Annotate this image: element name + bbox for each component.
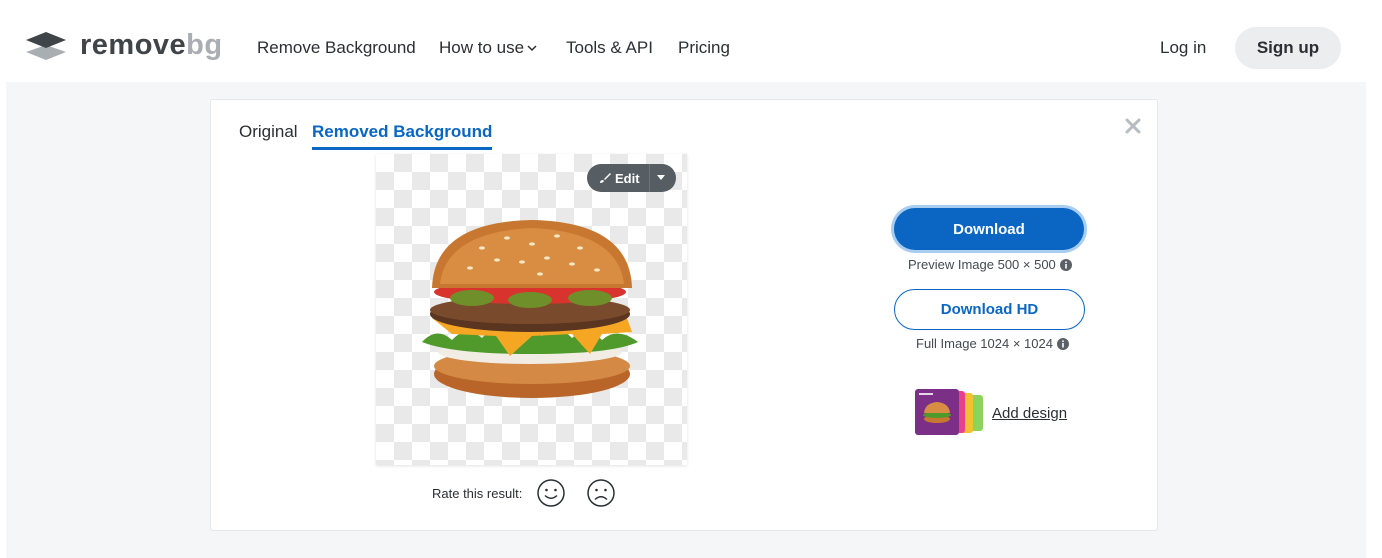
rating-label: Rate this result: [432,485,523,501]
rating-row: Rate this result: [432,478,636,508]
login-link[interactable]: Log in [1160,38,1206,58]
add-design-link[interactable]: Add design [992,405,1067,422]
download-hd-button[interactable]: Download HD [894,289,1085,330]
result-image-preview[interactable]: Edit [376,154,687,465]
top-navigation-bar: removebg Remove Background How to use To… [0,0,1382,82]
result-card: Original Removed Background Edit Rate th… [210,99,1158,531]
signup-button[interactable]: Sign up [1235,27,1341,69]
full-image-info-text: Full Image 1024 × 1024 [916,336,1053,351]
brush-icon [600,173,611,183]
close-icon[interactable] [1123,116,1143,136]
full-image-info: Full Image 1024 × 1024 [916,336,1069,351]
brand-word-bg: bg [186,28,223,61]
brand-word-remove: remove [80,28,187,61]
edit-button[interactable]: Edit [587,164,676,192]
download-button[interactable]: Download [894,208,1084,250]
nav-tools-api[interactable]: Tools & API [566,38,653,58]
smile-icon[interactable] [536,478,566,508]
nav-remove-background[interactable]: Remove Background [257,38,416,58]
nav-how-to-use[interactable]: How to use [439,38,537,58]
nav-pricing[interactable]: Pricing [678,38,730,58]
result-image [422,220,638,398]
design-thumbnail[interactable] [915,389,985,435]
caret-down-icon[interactable] [657,175,665,180]
logo-icon [26,32,66,60]
edit-divider [649,164,650,192]
info-icon[interactable] [1059,258,1072,271]
preview-image-info-text: Preview Image 500 × 500 [908,257,1056,272]
tab-removed-background[interactable]: Removed Background [312,122,493,150]
tab-original[interactable]: Original [239,122,298,142]
brand-name: removebg [80,28,223,61]
brand-logo[interactable]: removebg [24,30,223,60]
frown-icon[interactable] [586,478,616,508]
preview-image-info: Preview Image 500 × 500 [908,257,1072,272]
info-icon[interactable] [1056,337,1069,350]
chevron-down-icon [527,45,537,52]
edit-button-label: Edit [615,170,640,186]
nav-how-to-use-label: How to use [439,38,525,57]
